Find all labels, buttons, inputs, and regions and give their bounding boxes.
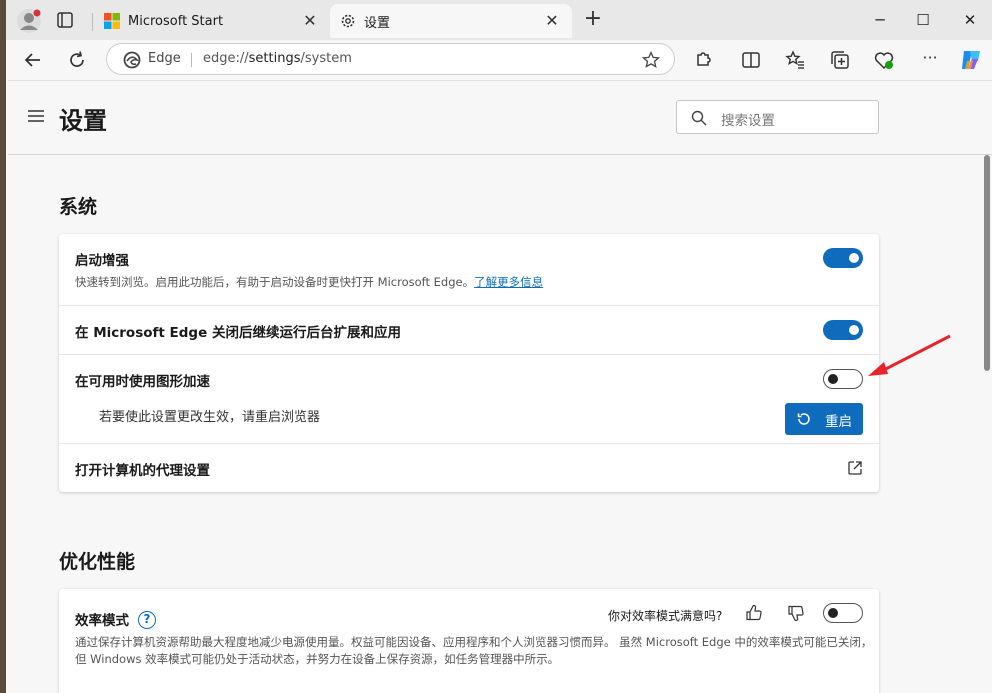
setting-label: 启动增强 xyxy=(75,253,129,269)
close-tab-icon[interactable]: ✕ xyxy=(544,13,560,29)
setting-label: 效率模式 xyxy=(75,613,129,629)
edge-logo-icon xyxy=(123,51,141,69)
setting-label: 打开计算机的代理设置 xyxy=(75,463,210,479)
restart-button[interactable]: 重启 xyxy=(785,403,863,435)
favorites-icon[interactable] xyxy=(784,49,806,71)
copilot-icon[interactable] xyxy=(958,47,984,73)
page-title: 设置 xyxy=(59,107,107,135)
tab-title: Microsoft Start xyxy=(128,13,224,29)
browser-window: Microsoft Start ✕ 设置 ✕ + ─ ☐ ✕ Edge edge… xyxy=(6,0,992,693)
tab-microsoft-start[interactable]: Microsoft Start ✕ xyxy=(92,4,330,38)
maximize-icon[interactable]: ☐ xyxy=(911,8,935,32)
settings-page: 设置 搜索设置 系统 启动增强 快速转到浏览。启用此功能后，有助于启动设备时更快… xyxy=(8,80,992,693)
search-placeholder: 搜索设置 xyxy=(721,113,775,129)
startup-boost-toggle[interactable] xyxy=(823,248,863,268)
setting-label: 在可用时使用图形加速 xyxy=(75,374,210,390)
scrollbar-thumb[interactable] xyxy=(984,155,990,371)
setting-row-background-run: 在 Microsoft Edge 关闭后继续运行后台扩展和应用 xyxy=(59,306,879,355)
refresh-icon[interactable] xyxy=(65,48,89,72)
tab-bar: Microsoft Start ✕ 设置 ✕ + ─ ☐ ✕ xyxy=(6,0,992,40)
settings-header: 设置 搜索设置 xyxy=(8,81,992,155)
setting-row-hardware-acceleration: 在可用时使用图形加速 若要使此设置更改生效，请重启浏览器 重启 xyxy=(59,355,879,444)
restart-note: 若要使此设置更改生效，请重启浏览器 xyxy=(99,410,321,425)
split-screen-icon[interactable] xyxy=(740,49,762,71)
restart-button-label: 重启 xyxy=(825,414,852,430)
search-settings-input[interactable]: 搜索设置 xyxy=(676,100,879,134)
background-run-toggle[interactable] xyxy=(823,320,863,340)
scrollbar[interactable] xyxy=(982,155,992,693)
tab-title: 设置 xyxy=(364,15,391,31)
site-label: Edge xyxy=(148,51,181,66)
section-title-performance: 优化性能 xyxy=(59,551,136,573)
extensions-icon[interactable] xyxy=(692,49,714,71)
performance-settings-card: 效率模式 ? 你对效率模式满意吗? 通过保存计算机资源帮助最大程度地减少电源使用… xyxy=(59,589,879,693)
hamburger-menu-icon[interactable] xyxy=(26,107,46,125)
minimize-icon[interactable]: ─ xyxy=(868,8,892,32)
tab-actions-icon[interactable] xyxy=(56,11,74,29)
microsoft-logo-icon xyxy=(104,13,120,29)
setting-row-proxy[interactable]: 打开计算机的代理设置 xyxy=(59,444,879,492)
url-text: edge://settings/system xyxy=(203,51,352,66)
help-icon[interactable]: ? xyxy=(138,611,156,629)
efficiency-mode-toggle[interactable] xyxy=(823,603,863,623)
back-icon[interactable] xyxy=(21,48,45,72)
setting-description: 快速转到浏览。启用此功能后，有助于启动设备时更快打开 Microsoft Edg… xyxy=(75,275,544,289)
feedback-question: 你对效率模式满意吗? xyxy=(608,609,723,623)
hardware-acceleration-toggle[interactable] xyxy=(823,369,863,389)
close-tab-icon[interactable]: ✕ xyxy=(302,13,318,29)
setting-row-efficiency-mode: 效率模式 ? 你对效率模式满意吗? 通过保存计算机资源帮助最大程度地减少电源使用… xyxy=(59,589,879,693)
collections-icon[interactable] xyxy=(829,49,851,71)
new-tab-icon[interactable]: + xyxy=(582,8,604,31)
close-window-icon[interactable]: ✕ xyxy=(958,8,982,32)
favorite-star-icon[interactable] xyxy=(642,51,660,69)
gear-icon xyxy=(341,14,355,28)
more-options-icon[interactable]: ··· xyxy=(919,49,941,71)
setting-row-startup-boost: 启动增强 快速转到浏览。启用此功能后，有助于启动设备时更快打开 Microsof… xyxy=(59,234,879,306)
thumbs-down-icon[interactable] xyxy=(787,604,805,622)
setting-description: 通过保存计算机资源帮助最大程度地减少电源使用量。权益可能因设备、应用程序和个人浏… xyxy=(75,635,873,666)
thumbs-up-icon[interactable] xyxy=(745,604,763,622)
search-icon xyxy=(691,110,707,126)
setting-label: 在 Microsoft Edge 关闭后继续运行后台扩展和应用 xyxy=(75,325,401,341)
profile-avatar-icon[interactable] xyxy=(16,8,42,34)
address-bar[interactable]: Edge edge://settings/system xyxy=(106,43,675,75)
annotation-arrow-icon xyxy=(868,334,951,376)
navigation-bar: Edge edge://settings/system ··· xyxy=(6,40,992,80)
tab-settings[interactable]: 设置 ✕ xyxy=(330,4,572,38)
learn-more-link[interactable]: 了解更多信息 xyxy=(474,275,543,289)
external-link-icon[interactable] xyxy=(847,460,863,476)
section-title-system: 系统 xyxy=(59,196,98,218)
system-settings-card: 启动增强 快速转到浏览。启用此功能后，有助于启动设备时更快打开 Microsof… xyxy=(59,234,879,492)
browser-essentials-icon[interactable] xyxy=(873,49,895,71)
restart-icon xyxy=(797,413,810,425)
